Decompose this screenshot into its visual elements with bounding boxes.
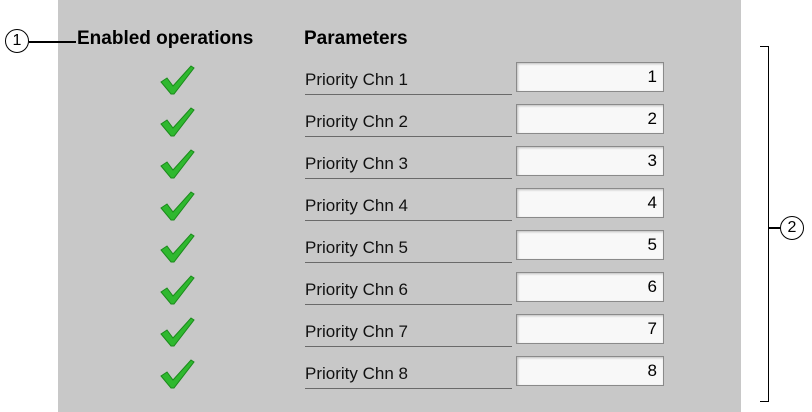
callout-2: 2 (780, 216, 804, 240)
check-icon (160, 275, 195, 305)
parameter-label: Priority Chn 8 (305, 364, 512, 389)
callout-1-leader (29, 41, 76, 43)
parameter-row: Priority Chn 1 1 (0, 60, 812, 102)
parameters-header: Parameters (304, 28, 408, 49)
check-icon (160, 149, 195, 179)
callout-1: 1 (5, 29, 29, 53)
priority-input[interactable]: 4 (516, 188, 664, 218)
parameter-row: Priority Chn 6 6 (0, 270, 812, 312)
check-icon (160, 359, 195, 389)
parameter-row: Priority Chn 8 8 (0, 354, 812, 396)
parameter-label: Priority Chn 2 (305, 112, 512, 137)
priority-input[interactable]: 6 (516, 272, 664, 302)
parameter-row: Priority Chn 2 2 (0, 102, 812, 144)
check-icon (160, 65, 195, 95)
parameter-label: Priority Chn 4 (305, 196, 512, 221)
parameter-label: Priority Chn 3 (305, 154, 512, 179)
priority-input[interactable]: 2 (516, 104, 664, 134)
parameter-row: Priority Chn 5 5 (0, 228, 812, 270)
parameter-row: Priority Chn 4 4 (0, 186, 812, 228)
parameter-row: Priority Chn 7 7 (0, 312, 812, 354)
priority-input[interactable]: 5 (516, 230, 664, 260)
parameter-label: Priority Chn 5 (305, 238, 512, 263)
check-icon (160, 107, 195, 137)
parameter-label: Priority Chn 6 (305, 280, 512, 305)
priority-input[interactable]: 1 (516, 62, 664, 92)
parameter-label: Priority Chn 1 (305, 70, 512, 95)
check-icon (160, 233, 195, 263)
parameter-row: Priority Chn 3 3 (0, 144, 812, 186)
priority-input[interactable]: 3 (516, 146, 664, 176)
check-icon (160, 191, 195, 221)
check-icon (160, 317, 195, 347)
priority-input[interactable]: 8 (516, 356, 664, 386)
priority-input[interactable]: 7 (516, 314, 664, 344)
callout-2-leader (768, 227, 780, 229)
callout-2-bracket (760, 46, 769, 402)
parameter-label: Priority Chn 7 (305, 322, 512, 347)
enabled-operations-header: Enabled operations (77, 28, 254, 49)
